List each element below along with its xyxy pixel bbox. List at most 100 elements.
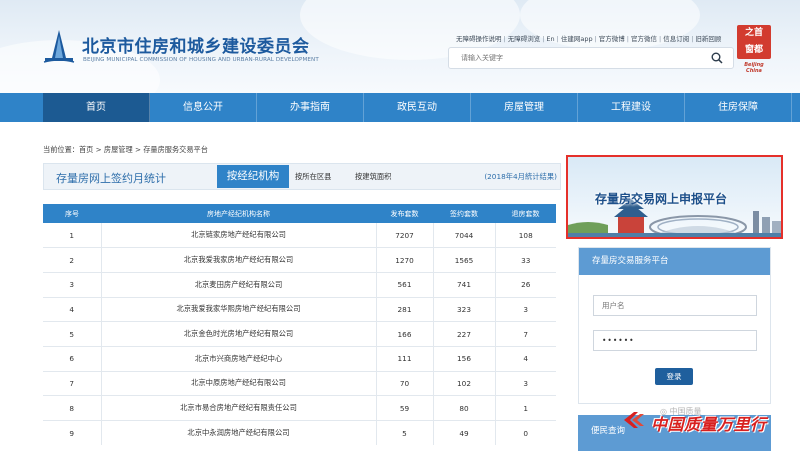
cell-listed: 166 xyxy=(376,321,434,347)
cell-signed: 102 xyxy=(433,371,496,397)
nav-item-housing-security[interactable]: 住房保障 xyxy=(685,93,792,122)
cell-returned: 108 xyxy=(495,223,556,249)
nav-item-engineering[interactable]: 工程建设 xyxy=(578,93,685,122)
cell-returned: 1 xyxy=(495,395,556,421)
stats-period-note: (2018年4月統计结果) xyxy=(484,172,557,181)
table-row: 9 北京中永润房地产经纪有限公司 5 49 0 xyxy=(43,420,556,446)
cell-signed: 227 xyxy=(433,321,496,347)
cell-returned: 26 xyxy=(495,272,556,298)
column-header-listed: 发布套数 xyxy=(376,204,433,223)
main-nav: 首页 信息公开 办事指南 政民互动 房屋管理 工程建设 住房保障 xyxy=(0,93,800,122)
cell-index: 2 xyxy=(43,247,102,273)
stats-tabs-bar: 存量房网上签约月统计 按经纪机构 按所在区县 按建筑面积 (2018年4月統计结… xyxy=(43,163,561,190)
cell-agency: 北京中原房地产经纪有限公司 xyxy=(101,371,377,397)
search-box xyxy=(448,47,734,69)
table-header-row: 序号 房地产经纪机构名称 发布套数 签约套数 退房套数 xyxy=(43,204,556,223)
username-field[interactable] xyxy=(593,295,757,316)
breadcrumb: 当前位置：首页 > 房屋管理 > 存量房服务交易平台 xyxy=(43,145,208,154)
cell-signed: 156 xyxy=(433,346,496,372)
seal-char: 都 xyxy=(754,45,764,55)
top-link-app[interactable]: 住建网app xyxy=(560,35,594,43)
cell-returned: 3 xyxy=(495,297,556,323)
tab-by-district[interactable]: 按所在区县 xyxy=(295,172,331,182)
table-row: 3 北京麦田房产经纪有限公司 561 741 26 xyxy=(43,272,556,298)
top-link-english[interactable]: En xyxy=(545,35,555,43)
commission-logo-icon[interactable] xyxy=(42,28,76,64)
column-header-returned: 退房套数 xyxy=(495,204,556,223)
top-link-accessibility-guide[interactable]: 无障碍操作说明 xyxy=(455,35,503,43)
cell-agency: 北京我爱我家房地产经纪有限公司 xyxy=(101,247,377,273)
cell-listed: 7207 xyxy=(376,223,434,249)
login-panel: 存量房交易服务平台 登录 xyxy=(578,247,771,404)
seal-char: 之 xyxy=(744,28,754,38)
cell-agency: 北京市易合房地产经纪有限责任公司 xyxy=(101,395,377,421)
cell-signed: 1565 xyxy=(433,247,496,273)
cell-listed: 561 xyxy=(376,272,434,298)
top-link-weibo[interactable]: 官方微博 xyxy=(598,35,626,43)
cell-returned: 3 xyxy=(495,371,556,397)
cell-index: 6 xyxy=(43,346,102,372)
cell-signed: 323 xyxy=(433,297,496,323)
cell-returned: 7 xyxy=(495,321,556,347)
cell-signed: 741 xyxy=(433,272,496,298)
nav-item-home[interactable]: 首页 xyxy=(43,93,150,122)
top-link-subscribe[interactable]: 信息订阅 xyxy=(662,35,690,43)
password-field[interactable] xyxy=(593,330,757,351)
cell-agency: 北京中永润房地产经纪有限公司 xyxy=(101,420,377,446)
watermark-brand: 中国质量万里行 xyxy=(651,415,767,434)
search-icon[interactable] xyxy=(711,52,723,64)
stats-title: 存量房网上签约月统计 xyxy=(56,172,166,185)
seal-caption: Beijing China xyxy=(744,62,764,74)
table-row: 8 北京市易合房地产经纪有限责任公司 59 80 1 xyxy=(43,395,556,421)
column-header-index: 序号 xyxy=(43,204,101,223)
nav-item-service-guide[interactable]: 办事指南 xyxy=(257,93,364,122)
cell-agency: 北京链家房地产经纪有限公司 xyxy=(101,223,377,249)
banner-title: 存量房交易网上申报平台 xyxy=(595,192,728,206)
agency-stats-table: 序号 房地产经纪机构名称 发布套数 签约套数 退房套数 1 北京链家房地产经纪有… xyxy=(43,204,556,446)
login-panel-title: 存量房交易服务平台 xyxy=(579,248,770,275)
cell-agency: 北京市兴商房地产经纪中心 xyxy=(101,346,377,372)
site-title[interactable]: 北京市住房和城乡建设委员会 xyxy=(82,32,310,57)
top-link-old-review[interactable]: 旧新回顾 xyxy=(694,35,722,43)
tab-by-agency[interactable]: 按经纪机构 xyxy=(217,165,289,188)
top-link-wechat[interactable]: 官方微信 xyxy=(630,35,658,43)
nav-item-housing-management[interactable]: 房屋管理 xyxy=(471,93,578,122)
site-subtitle: BEIJING MUNICIPAL COMMISSION OF HOUSING … xyxy=(83,57,319,63)
table-row: 5 北京金色时光房地产经纪有限公司 166 227 7 xyxy=(43,321,556,347)
cell-listed: 281 xyxy=(376,297,434,323)
cell-signed: 80 xyxy=(433,395,496,421)
table-row: 6 北京市兴商房地产经纪中心 111 156 4 xyxy=(43,346,556,372)
cell-listed: 70 xyxy=(376,371,434,397)
beijing-seal-logo: 之首 窗都 xyxy=(737,25,771,59)
top-link-accessible-browse[interactable]: 无障碍浏览 xyxy=(507,35,542,43)
cell-returned: 33 xyxy=(495,247,556,273)
table-row: 7 北京中原房地产经纪有限公司 70 102 3 xyxy=(43,371,556,397)
cell-listed: 59 xyxy=(376,395,434,421)
cell-listed: 111 xyxy=(376,346,434,372)
table-row: 2 北京我爱我家房地产经纪有限公司 1270 1565 33 xyxy=(43,247,556,273)
login-button[interactable]: 登录 xyxy=(655,368,693,385)
online-declaration-banner[interactable]: 存量房交易网上申报平台 xyxy=(566,155,783,239)
cell-returned: 0 xyxy=(523,428,529,438)
search-input[interactable] xyxy=(449,48,699,68)
cell-index: 5 xyxy=(43,321,102,347)
brand-logo-icon xyxy=(624,412,644,428)
seal-char: 窗 xyxy=(744,45,754,55)
cell-listed: 1270 xyxy=(376,247,434,273)
cell-index: 9 xyxy=(43,420,102,446)
cell-agency: 北京金色时光房地产经纪有限公司 xyxy=(101,321,377,347)
cell-index: 4 xyxy=(43,297,102,323)
table-row: 4 北京我爱我家华熙房地产经纪有限公司 281 323 3 xyxy=(43,297,556,323)
nav-item-info-disclosure[interactable]: 信息公开 xyxy=(150,93,257,122)
cell-index: 1 xyxy=(43,223,102,249)
cell-agency: 北京麦田房产经纪有限公司 xyxy=(101,272,377,298)
column-header-signed: 签约套数 xyxy=(433,204,495,223)
cell-returned: 4 xyxy=(495,346,556,372)
column-header-agency: 房地产经纪机构名称 xyxy=(101,204,376,223)
table-row: 1 北京链家房地产经纪有限公司 7207 7044 108 xyxy=(43,223,556,249)
site-header: 北京市住房和城乡建设委员会 BEIJING MUNICIPAL COMMISSI… xyxy=(0,0,800,93)
cell-signed: 7044 xyxy=(433,223,496,249)
nav-item-interaction[interactable]: 政民互动 xyxy=(364,93,471,122)
tab-by-area[interactable]: 按建筑面积 xyxy=(355,172,391,182)
cell-index: 8 xyxy=(43,395,102,421)
